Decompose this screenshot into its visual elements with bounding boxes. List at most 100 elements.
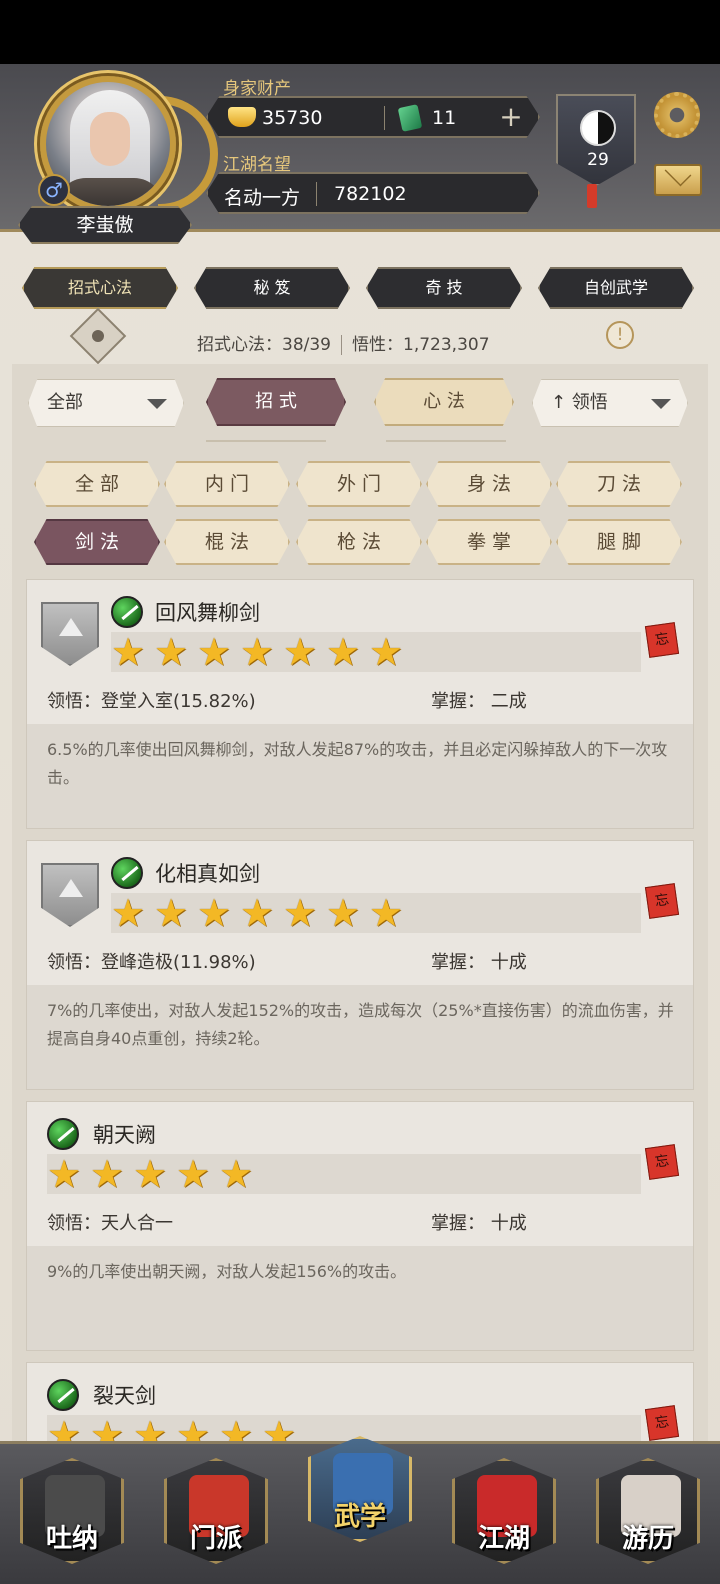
avatar-face bbox=[90, 112, 130, 166]
tab-moves-mind[interactable]: 招式心法 bbox=[22, 267, 178, 309]
star-icon: ★ bbox=[283, 891, 318, 935]
star-icon: ★ bbox=[326, 630, 361, 674]
forget-tag-icon[interactable]: 忘 bbox=[644, 883, 680, 919]
chevron-down-icon bbox=[147, 399, 167, 409]
star-icon: ★ bbox=[369, 630, 404, 674]
category-outer[interactable]: 外 门 bbox=[296, 461, 422, 507]
tab-custom-martial[interactable]: 自创武学 bbox=[538, 267, 694, 309]
scope-dropdown[interactable]: 全部 bbox=[28, 379, 184, 427]
star-icon: ★ bbox=[90, 1413, 125, 1442]
skill-card[interactable]: 回风舞柳剑 ★ ★ ★ ★ ★ ★ ★ 忘 领悟：登堂入室(15.82%) 掌握： 二成 6… bbox=[26, 579, 694, 829]
eye-icon[interactable] bbox=[69, 307, 127, 365]
insight-value: 悟性：1,723,307 bbox=[352, 335, 490, 355]
ornament-divider bbox=[206, 440, 326, 442]
star-icon: ★ bbox=[262, 1413, 297, 1442]
category-blade[interactable]: 刀 法 bbox=[556, 461, 682, 507]
segment-moves[interactable]: 招 式 bbox=[206, 378, 346, 426]
nav-martial-arts[interactable]: 武学 bbox=[308, 1436, 412, 1542]
skill-description: 9%的几率使出朝天阙，对敌人发起156%的攻击。 bbox=[47, 1262, 407, 1281]
mastery-label: 掌握： 十成 bbox=[431, 1213, 527, 1234]
tassel-icon bbox=[587, 184, 597, 208]
mail-icon[interactable] bbox=[654, 164, 702, 196]
skill-name: 裂天剑 bbox=[93, 1384, 156, 1408]
upgrade-badge-icon[interactable] bbox=[41, 863, 99, 927]
info-icon[interactable]: ! bbox=[606, 321, 634, 349]
nav-jianghu[interactable]: 江湖 bbox=[452, 1458, 556, 1564]
nav-label: 门派 bbox=[189, 1524, 242, 1554]
sort-dropdown[interactable]: ↑ 领悟 bbox=[532, 379, 688, 427]
fame-title: 名动一方 bbox=[224, 187, 301, 209]
nav-label: 吐纳 bbox=[45, 1524, 98, 1554]
divider bbox=[341, 335, 342, 355]
star-icon: ★ bbox=[197, 630, 232, 674]
star-icon: ★ bbox=[111, 630, 146, 674]
category-movement[interactable]: 身 法 bbox=[426, 461, 552, 507]
tab-manuals[interactable]: 秘 笈 bbox=[194, 267, 350, 309]
app-screen: ♂ 李蚩傲 身家财产 35730 11 + 江湖名望 名动一方 782102 2… bbox=[0, 64, 720, 1584]
star-icon: ★ bbox=[176, 1152, 211, 1196]
status-bar bbox=[0, 0, 720, 64]
player-header: ♂ 李蚩傲 身家财产 35730 11 + 江湖名望 名动一方 782102 2… bbox=[0, 64, 720, 244]
sword-skill-icon bbox=[47, 1379, 79, 1411]
gender-male-icon: ♂ bbox=[38, 174, 70, 206]
star-icon: ★ bbox=[326, 891, 361, 935]
fame-bar: 名动一方 782102 bbox=[206, 172, 540, 214]
star-icon: ★ bbox=[369, 891, 404, 935]
fame-value: 782102 bbox=[334, 183, 407, 205]
star-icon: ★ bbox=[176, 1413, 211, 1442]
category-spear[interactable]: 枪 法 bbox=[296, 519, 422, 565]
comprehension-label: 领悟：天人合一 bbox=[47, 1213, 173, 1234]
category-fist[interactable]: 拳 掌 bbox=[426, 519, 552, 565]
nav-sect[interactable]: 门派 bbox=[164, 1458, 268, 1564]
forget-tag-icon[interactable]: 忘 bbox=[644, 1144, 680, 1180]
chevron-down-icon bbox=[651, 399, 671, 409]
upgrade-badge-icon[interactable] bbox=[41, 602, 99, 666]
star-icon: ★ bbox=[219, 1413, 254, 1442]
star-icon: ★ bbox=[154, 891, 189, 935]
star-rating: ★ ★ ★ ★ ★ ★ ★ bbox=[111, 893, 641, 933]
wealth-bar: 35730 11 + bbox=[206, 96, 540, 138]
moves-count: 招式心法：38/39 bbox=[197, 335, 331, 355]
fame-label: 江湖名望 bbox=[223, 155, 291, 175]
level-number: 29 bbox=[587, 150, 609, 170]
nav-breathing[interactable]: 吐纳 bbox=[20, 1458, 124, 1564]
star-icon: ★ bbox=[154, 630, 189, 674]
bottom-nav: 吐纳 门派 武学 江湖 游历 bbox=[0, 1436, 720, 1584]
add-currency-button[interactable]: + bbox=[496, 101, 526, 133]
category-sword[interactable]: 剑 法 bbox=[34, 519, 160, 565]
scope-dropdown-value: 全部 bbox=[47, 392, 83, 413]
category-kick[interactable]: 腿 脚 bbox=[556, 519, 682, 565]
star-icon: ★ bbox=[219, 1152, 254, 1196]
skill-name: 朝天阙 bbox=[93, 1123, 156, 1147]
sword-skill-icon bbox=[111, 857, 143, 889]
category-inner[interactable]: 内 门 bbox=[164, 461, 290, 507]
player-name: 李蚩傲 bbox=[18, 206, 192, 244]
star-rating: ★ ★ ★ ★ ★ ★ ★ bbox=[111, 632, 641, 672]
star-icon: ★ bbox=[197, 891, 232, 935]
gold-amount: 35730 bbox=[262, 107, 323, 129]
level-badge[interactable]: 29 bbox=[556, 94, 636, 186]
sort-dropdown-value: ↑ 领悟 bbox=[551, 392, 608, 413]
nav-travel[interactable]: 游历 bbox=[596, 1458, 700, 1564]
forget-tag-icon[interactable]: 忘 bbox=[644, 1405, 680, 1441]
skill-card[interactable]: 裂天剑 ★ ★ ★ ★ ★ ★ 忘 bbox=[26, 1362, 694, 1442]
segment-mind[interactable]: 心 法 bbox=[374, 378, 514, 426]
ornament-divider bbox=[386, 440, 506, 442]
gear-icon[interactable] bbox=[654, 92, 700, 138]
forget-tag-icon[interactable]: 忘 bbox=[644, 622, 680, 658]
comprehension-label: 领悟：登堂入室(15.82%) bbox=[47, 691, 256, 712]
category-all[interactable]: 全 部 bbox=[34, 461, 160, 507]
skill-card[interactable]: 化相真如剑 ★ ★ ★ ★ ★ ★ ★ 忘 领悟：登峰造极(11.98%) 掌握： 十成 7… bbox=[26, 840, 694, 1090]
jade-icon bbox=[397, 104, 423, 132]
comprehension-label: 领悟：登峰造极(11.98%) bbox=[47, 952, 256, 973]
category-staff[interactable]: 棍 法 bbox=[164, 519, 290, 565]
jade-amount: 11 bbox=[432, 107, 457, 129]
divider bbox=[316, 182, 317, 206]
skill-description: 6.5%的几率使出回风舞柳剑，对敌人发起87%的攻击，并且必定闪躲掉敌人的下一次… bbox=[47, 740, 668, 787]
skill-description: 7%的几率使出，对敌人发起152%的攻击，造成每次（25%*直接伤害）的流血伤害… bbox=[47, 1001, 674, 1048]
skill-name: 化相真如剑 bbox=[155, 862, 260, 886]
stats-summary: 招式心法：38/39 悟性：1,723,307 bbox=[197, 330, 490, 355]
star-rating: ★ ★ ★ ★ ★ bbox=[47, 1154, 641, 1194]
tab-techniques[interactable]: 奇 技 bbox=[366, 267, 522, 309]
skill-card[interactable]: 朝天阙 ★ ★ ★ ★ ★ 忘 领悟：天人合一 掌握： 十成 9%的几率使出朝天阙，对敌… bbox=[26, 1101, 694, 1351]
